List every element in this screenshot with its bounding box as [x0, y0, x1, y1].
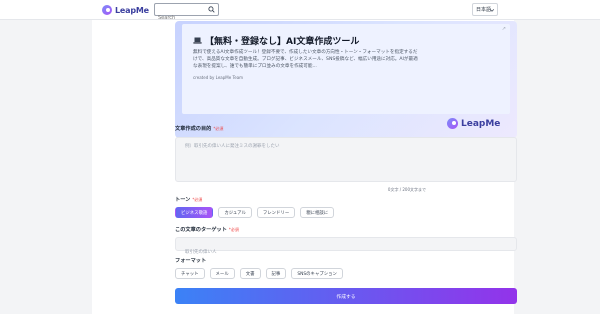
hero-title: 【無料・登録なし】AI文章作成ツール [193, 34, 359, 47]
tone-label-text: トーン [175, 197, 191, 203]
format-options: チャット メール 文書 記事 SNSのキャプション [175, 268, 343, 279]
tone-option-parent[interactable]: 親に相談に [300, 207, 335, 218]
format-option-chat[interactable]: チャット [175, 268, 205, 279]
search-box [154, 3, 219, 24]
format-label: フォーマット [175, 257, 206, 264]
open-icon: ↗ [501, 26, 506, 32]
hero-brand: LeapMe [447, 118, 500, 129]
target-label-text: この文章のターゲット [175, 227, 227, 233]
tone-option-casual[interactable]: カジュアル [218, 207, 252, 218]
format-option-mail[interactable]: メール [209, 268, 235, 279]
target-field [175, 237, 517, 259]
hero-banner: ↗ 【無料・登録なし】AI文章作成ツール 無料で使えるAI文章作成ツール！登録不… [175, 21, 517, 138]
format-option-article[interactable]: 記事 [265, 268, 287, 279]
tone-required: *必須 [192, 197, 203, 202]
hero-card: ↗ 【無料・登録なし】AI文章作成ツール 無料で使えるAI文章作成ツール！登録不… [182, 24, 510, 114]
format-label-text: フォーマット [175, 258, 207, 264]
format-option-sns-caption[interactable]: SNSのキャプション [291, 268, 343, 279]
char-counter: 0文字 / 200文字まで [387, 187, 426, 192]
purpose-field [175, 137, 517, 182]
chevron-down-icon [489, 9, 495, 12]
tone-option-friendly[interactable]: フレンドリー [256, 207, 296, 218]
hero-credit: created by LeapMe Team [193, 75, 244, 80]
logo[interactable]: LeapMe [102, 4, 149, 16]
top-header: LeapMe 日本語 [0, 0, 600, 24]
create-button[interactable]: 作成する [175, 288, 517, 304]
tone-option-business[interactable]: ビジネス敬語 [175, 207, 214, 218]
logo-mark-icon [102, 5, 112, 15]
hero-title-text: 【無料・登録なし】AI文章作成ツール [205, 37, 360, 47]
hero-description: 無料で使えるAI文章作成ツール！登録不要で、作成したい文章の方向性・トーン・フォ… [193, 50, 418, 69]
search-icon[interactable] [208, 6, 215, 13]
target-required: *必須 [228, 227, 239, 232]
format-option-document[interactable]: 文書 [239, 268, 261, 279]
tone-options: ビジネス敬語 カジュアル フレンドリー 親に相談に [175, 207, 335, 218]
language-select[interactable]: 日本語 [472, 3, 498, 16]
laptop-icon [193, 37, 202, 44]
purpose-textarea[interactable] [176, 138, 516, 181]
purpose-label-text: 文章作成の目的 [175, 126, 212, 132]
main-panel: ↗ 【無料・登録なし】AI文章作成ツール 無料で使えるAI文章作成ツール！登録不… [92, 20, 517, 314]
target-label: この文章のターゲット *必須 [175, 226, 239, 233]
hero-brand-text: LeapMe [461, 118, 501, 129]
target-input[interactable] [176, 246, 516, 259]
purpose-label: 文章作成の目的 *必須 [175, 125, 223, 132]
tone-label: トーン *必須 [175, 196, 202, 203]
brand-mark-icon [447, 118, 458, 129]
logo-text: LeapMe [115, 5, 149, 15]
purpose-required: *必須 [213, 126, 224, 131]
